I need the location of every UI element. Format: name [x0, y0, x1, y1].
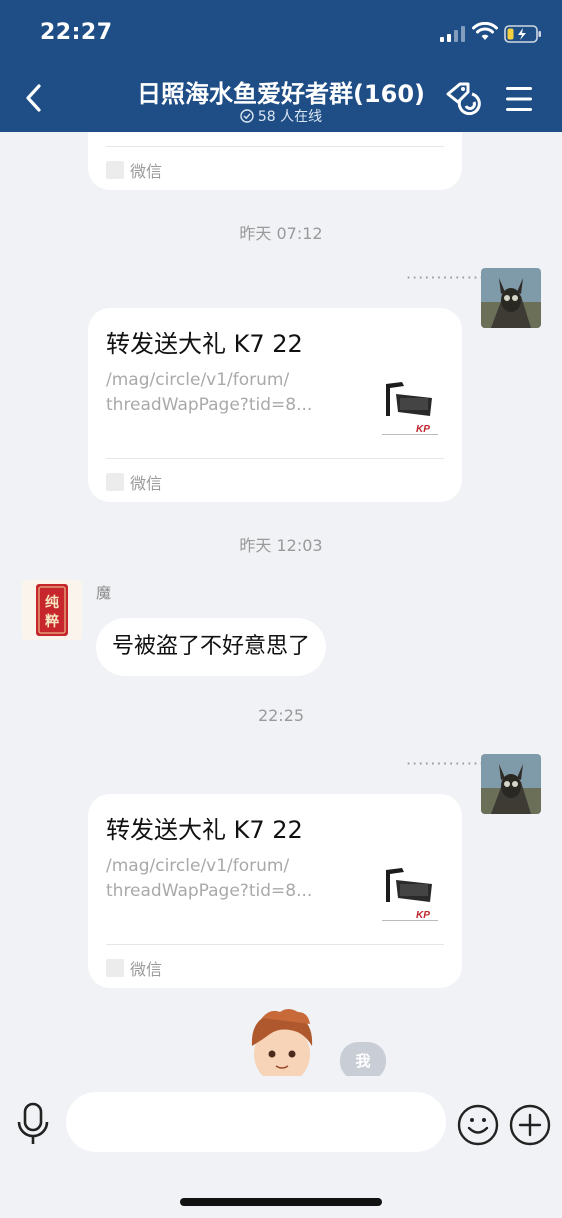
- timestamp: 昨天 07:12: [239, 224, 323, 243]
- card-divider: [106, 146, 444, 147]
- card-source: 微信: [106, 956, 162, 980]
- back-button[interactable]: [18, 80, 50, 116]
- card-source: 微信: [106, 470, 162, 494]
- cartoon-avatar-sticker[interactable]: [240, 1006, 324, 1076]
- tag-swap-icon[interactable]: [444, 80, 484, 118]
- timestamp: 22:25: [257, 706, 305, 725]
- card-source-label: 微信: [130, 162, 163, 181]
- svg-text:粹: 粹: [45, 613, 59, 630]
- home-indicator[interactable]: [180, 1198, 382, 1206]
- avatar-image: [481, 268, 541, 328]
- card-divider: [106, 458, 444, 459]
- wifi-icon: [472, 22, 498, 40]
- hamburger-menu-icon[interactable]: [504, 84, 534, 114]
- wechat-source-icon: [106, 959, 124, 977]
- self-label-chip: 我: [340, 1042, 386, 1076]
- input-bar: [0, 1076, 562, 1218]
- card-description: /mag/circle/v1/forum/ threadWapPage?tid=…: [106, 854, 326, 904]
- status-time: 22:27: [40, 20, 113, 45]
- sending-status-dots: ·············: [406, 268, 486, 287]
- smiley-icon[interactable]: [456, 1103, 500, 1147]
- chat-area[interactable]: 微信 昨天 07:12 ············· 转发送大礼 K7 22 /m…: [0, 132, 562, 1076]
- card-source-label: 微信: [130, 960, 163, 979]
- cellular-signal-icon: [440, 26, 465, 42]
- card-desc-line: /mag/circle/v1/forum/: [106, 856, 290, 876]
- status-bar: 22:27: [0, 0, 562, 64]
- avatar-image: 纯 粹: [22, 580, 82, 640]
- wechat-source-icon: [106, 161, 124, 179]
- message-bubble[interactable]: 号被盗了不好意思了: [96, 618, 327, 676]
- product-thumbnail-image: KP: [382, 382, 438, 435]
- plus-circle-icon[interactable]: [508, 1103, 552, 1147]
- card-source: 微信: [106, 158, 162, 182]
- card-source-label: 微信: [130, 474, 163, 493]
- message-input[interactable]: [66, 1092, 446, 1152]
- card-title: 转发送大礼 K7 22: [106, 330, 303, 358]
- shared-link-card[interactable]: 转发送大礼 K7 22 /mag/circle/v1/forum/ thread…: [88, 794, 462, 988]
- svg-text:KP: KP: [416, 424, 430, 435]
- shared-link-card-partial[interactable]: 微信: [88, 132, 462, 190]
- battery-charging-icon: [504, 25, 541, 43]
- chevron-left-icon: [26, 84, 41, 112]
- card-desc-line: threadWapPage?tid=8...: [106, 395, 313, 415]
- card-desc-line: /mag/circle/v1/forum/: [106, 370, 290, 390]
- app-header: 22:27 日照海水鱼爱好者群(160) 58 人在线: [0, 0, 562, 132]
- sender-name: 魔: [96, 584, 112, 602]
- card-divider: [106, 944, 444, 945]
- shared-link-card[interactable]: 转发送大礼 K7 22 /mag/circle/v1/forum/ thread…: [88, 308, 462, 502]
- avatar-sender[interactable]: 纯 粹: [22, 580, 82, 640]
- avatar-image: [481, 754, 541, 814]
- card-desc-line: threadWapPage?tid=8...: [106, 881, 313, 901]
- timestamp: 昨天 12:03: [239, 536, 323, 555]
- card-description: /mag/circle/v1/forum/ threadWapPage?tid=…: [106, 368, 326, 418]
- wechat-source-icon: [106, 473, 124, 491]
- group-title: 日照海水鱼爱好者群(160): [136, 80, 426, 108]
- avatar-self[interactable]: [481, 754, 541, 814]
- svg-text:纯: 纯: [45, 594, 59, 611]
- avatar-self[interactable]: [481, 268, 541, 328]
- card-title: 转发送大礼 K7 22: [106, 816, 303, 844]
- sending-status-dots: ·············: [406, 754, 486, 773]
- microphone-icon[interactable]: [14, 1102, 52, 1146]
- svg-text:KP: KP: [416, 910, 430, 921]
- product-thumbnail-image: KP: [382, 868, 438, 921]
- online-count: 58 人在线: [100, 106, 462, 126]
- online-count-text: 58 人在线: [257, 109, 323, 125]
- check-circle-icon: [240, 109, 254, 123]
